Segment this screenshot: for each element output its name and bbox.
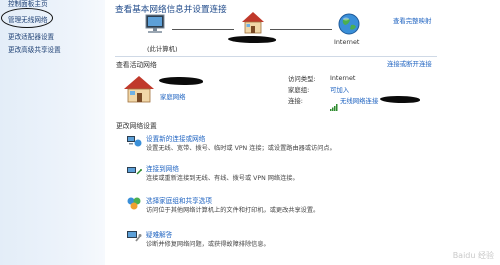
settings-title: 更改网络设置: [116, 122, 157, 130]
new-connection-icon: [126, 133, 142, 147]
network-type-link[interactable]: 家庭网络: [160, 92, 186, 101]
computer-icon: [143, 14, 169, 42]
globe-icon: [337, 12, 361, 36]
full-map-link[interactable]: 查看完整映射: [393, 16, 431, 25]
connection-label: 连接:: [288, 97, 303, 105]
watermark: Baidu 经验: [452, 251, 494, 260]
task-connect-network-link[interactable]: 连接到网络: [146, 163, 179, 173]
active-networks-title: 查看活动网络: [116, 61, 157, 69]
internet-label: Internet: [334, 38, 360, 46]
connect-network-icon: [126, 163, 142, 177]
sidebar-item-control-panel-home[interactable]: 控制面板主页: [8, 0, 48, 8]
redacted-network-name: [228, 36, 276, 43]
homegroup-icon: [126, 195, 142, 210]
homegroup-label: 家庭组:: [288, 86, 310, 94]
troubleshoot-icon: [126, 228, 142, 242]
sidebar: 控制面板主页 管理无线网络 更改适配器设置 更改高级共享设置: [0, 0, 105, 265]
task-homegroup-link[interactable]: 选择家庭组和共享选项: [146, 195, 212, 205]
computer-label: (此计算机): [147, 45, 178, 53]
homegroup-link[interactable]: 可加入: [330, 85, 349, 94]
task-connect-network-desc: 连接或重新连接到无线、有线、拨号或 VPN 网络连接。: [146, 175, 299, 182]
wireless-connection-link[interactable]: 无线网络连接: [340, 96, 378, 105]
task-homegroup-desc: 访问位于其他网络计算机上的文件和打印机，或更改共享设置。: [146, 207, 320, 214]
sidebar-item-advanced-sharing[interactable]: 更改高级共享设置: [8, 44, 61, 54]
home-network-icon: [122, 74, 156, 104]
sidebar-item-manage-wireless[interactable]: 管理无线网络: [8, 14, 48, 24]
divider: [115, 56, 437, 57]
map-connector: [172, 29, 234, 30]
redacted-active-network-name: [159, 77, 203, 85]
task-new-connection-desc: 设置无线、宽带、拨号、临时或 VPN 连接；或设置路由器或访问点。: [146, 145, 336, 152]
access-type-value: Internet: [330, 74, 356, 82]
connect-disconnect-link[interactable]: 连接或断开连接: [387, 59, 432, 68]
task-troubleshoot-desc: 诊断并修复网络问题，或获得故障排除信息。: [146, 241, 270, 248]
task-new-connection-link[interactable]: 设置新的连接或网络: [146, 133, 205, 143]
map-connector-2: [270, 29, 332, 30]
redacted-connection-name: [380, 96, 420, 103]
house-icon: [240, 10, 266, 36]
sidebar-item-adapter-settings[interactable]: 更改适配器设置: [8, 31, 54, 41]
access-type-label: 访问类型:: [288, 75, 316, 83]
wireless-signal-icon: [330, 96, 338, 111]
page-title: 查看基本网络信息并设置连接: [115, 5, 227, 15]
task-troubleshoot-link[interactable]: 疑难解答: [146, 229, 172, 239]
